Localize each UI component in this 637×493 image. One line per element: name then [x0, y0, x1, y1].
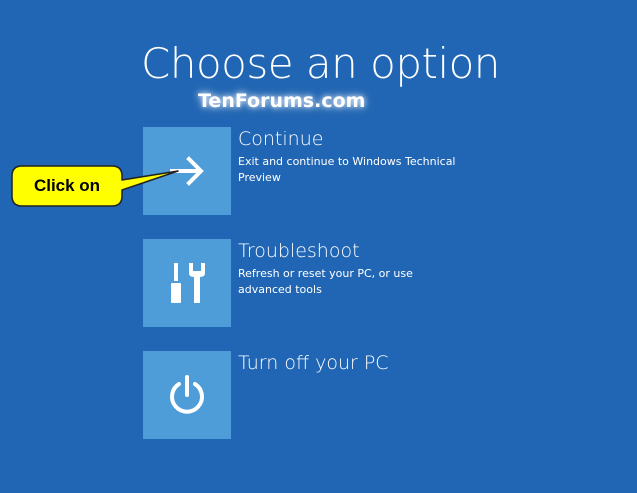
continue-option[interactable]: Continue Exit and continue to Windows Te… — [143, 127, 613, 215]
troubleshoot-option[interactable]: Troubleshoot Refresh or reset your PC, o… — [143, 239, 613, 327]
arrow-right-icon — [170, 156, 204, 186]
troubleshoot-description: Refresh or reset your PC, or use advance… — [238, 267, 413, 296]
continue-tile[interactable] — [143, 127, 231, 215]
turn-off-option[interactable]: Turn off your PC — [143, 351, 613, 439]
tenforums-watermark: TenForums.com — [198, 90, 366, 112]
page-title: Choose an option — [141, 39, 500, 88]
callout-label: Click on — [33, 176, 101, 195]
continue-description: Exit and continue to Windows Technical P… — [238, 155, 456, 184]
troubleshoot-tile[interactable] — [143, 239, 231, 327]
continue-title: Continue — [238, 128, 324, 150]
screwdriver-wrench-icon — [171, 263, 205, 303]
troubleshoot-title: Troubleshoot — [238, 240, 360, 262]
power-icon — [170, 375, 204, 414]
turn-off-tile[interactable] — [143, 351, 231, 439]
turn-off-title: Turn off your PC — [238, 352, 389, 374]
